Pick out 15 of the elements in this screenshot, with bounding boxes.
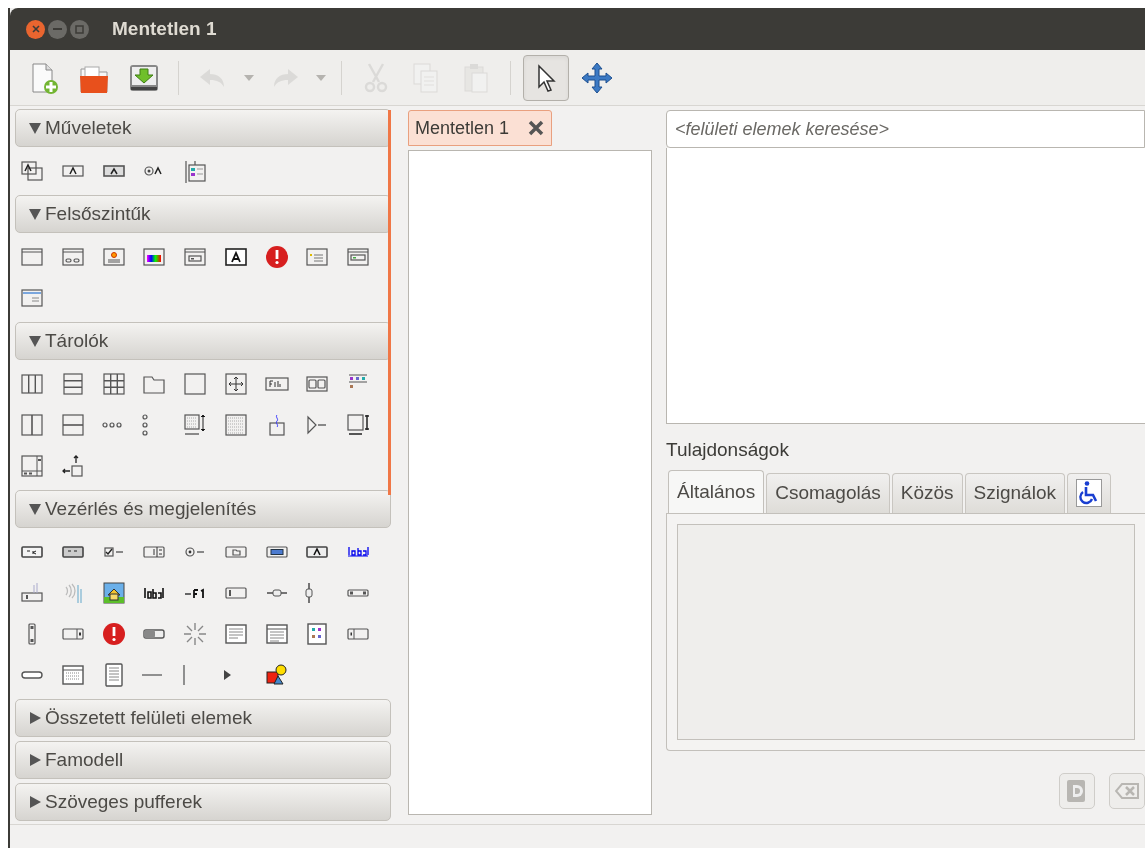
- search-field[interactable]: <felületi elemek keresése>: [666, 110, 1145, 148]
- properties-title: Tulajdonságok: [666, 438, 790, 462]
- palette-group-header[interactable]: Famodell: [15, 741, 391, 779]
- properties-tab[interactable]: Közös: [891, 472, 963, 513]
- palette-group-header[interactable]: Összetett felületi elemek: [15, 699, 391, 737]
- palette-group-header[interactable]: Műveletek: [15, 109, 391, 147]
- properties-tab[interactable]: Általános: [668, 469, 765, 514]
- palette-group-header[interactable]: Vezérlés és megjelenítés: [15, 490, 391, 528]
- properties-tab[interactable]: Szignálok: [964, 472, 1065, 513]
- palette-group-header[interactable]: Felsőszintűk: [15, 195, 391, 233]
- properties-tab[interactable]: Csomagolás: [766, 472, 890, 513]
- palette-group-header[interactable]: Tárolók: [15, 322, 391, 360]
- palette-group-header[interactable]: Szöveges pufferek: [15, 783, 391, 821]
- document-tab[interactable]: Mentetlen 1: [408, 110, 553, 146]
- window-title: Mentetlen 1: [112, 16, 217, 41]
